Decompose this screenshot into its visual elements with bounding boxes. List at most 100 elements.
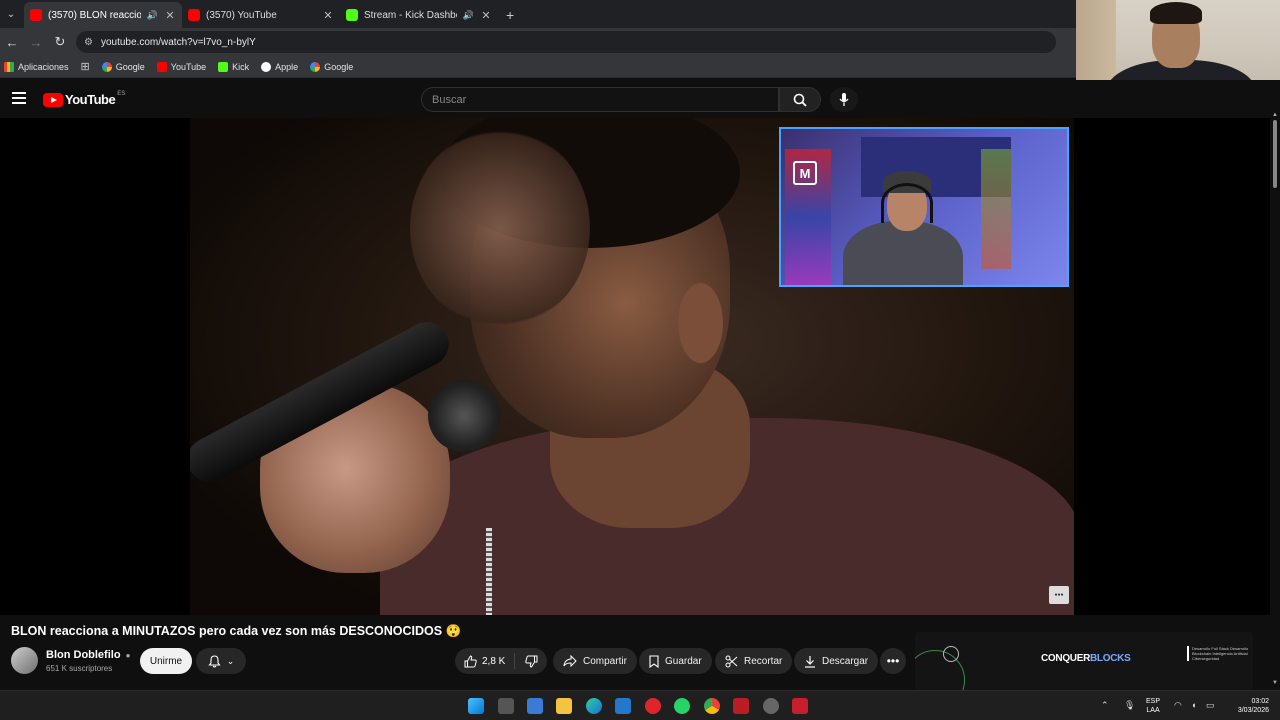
streamer-camera-overlay: M: [779, 127, 1069, 287]
task-view-icon[interactable]: [498, 698, 514, 714]
google-icon: [101, 61, 112, 72]
tab-kick-dashboard[interactable]: Stream - Kick Dashboard 🔊 ✕: [340, 2, 498, 28]
more-actions-icon[interactable]: •••: [880, 648, 906, 674]
chrome-icon[interactable]: [704, 698, 720, 714]
channel-name[interactable]: Blon Doblefilo ●: [46, 649, 130, 661]
volume-icon[interactable]: ◖: [1191, 700, 1196, 710]
site-info-icon[interactable]: ⚙: [84, 37, 93, 48]
youtube-logo[interactable]: YouTube ES: [43, 90, 126, 107]
close-tab-icon[interactable]: ✕: [480, 9, 492, 22]
speaker-icon[interactable]: 🔊: [147, 10, 158, 21]
close-tab-icon[interactable]: ✕: [164, 9, 176, 22]
webcam-person-hair: [1150, 2, 1202, 24]
youtube-favicon-icon: [30, 9, 42, 21]
youtube-play-icon: [43, 92, 63, 107]
back-arrow-icon[interactable]: ←: [0, 35, 24, 50]
app-red-icon[interactable]: [733, 698, 749, 714]
save-button[interactable]: Guardar: [639, 648, 712, 674]
edge-icon[interactable]: [586, 698, 602, 714]
start-windows-icon[interactable]: [468, 698, 484, 714]
system-clock[interactable]: 03:02 3/03/2026: [1229, 697, 1269, 715]
forward-arrow-icon[interactable]: →: [24, 35, 48, 50]
video-raised-hand: [410, 128, 590, 328]
language-indicator[interactable]: ESP LAA: [1146, 697, 1160, 715]
join-button[interactable]: Unirme: [140, 648, 192, 674]
bookmark-icon: [649, 654, 659, 668]
scissors-icon: [725, 655, 738, 667]
app-red-2-icon[interactable]: [792, 698, 808, 714]
url-field[interactable]: ⚙ youtube.com/watch?v=l7vo_n-bylY: [76, 31, 1056, 53]
like-dislike-group: 2,8 K: [455, 648, 547, 674]
bookmark-grid[interactable]: ⊞: [81, 60, 90, 73]
video-microphone-grille: [428, 380, 500, 452]
dislike-button[interactable]: [515, 655, 547, 668]
address-bar-row: ← → ↻ ⚙ youtube.com/watch?v=l7vo_n-bylY: [0, 28, 1076, 56]
download-icon: [805, 655, 815, 668]
search-input[interactable]: Buscar: [421, 87, 779, 112]
browser-tab-strip: ⌄ (3570) BLON reacciona a MINUTAZOS pero…: [0, 0, 1076, 28]
file-explorer-icon[interactable]: [556, 698, 572, 714]
video-player[interactable]: [0, 118, 1270, 615]
verified-icon: ●: [125, 651, 131, 660]
page-scrollbar[interactable]: ▲ ▼: [1270, 112, 1280, 690]
menu-icon[interactable]: [12, 92, 26, 104]
vscode-icon[interactable]: [615, 698, 631, 714]
tray-chevron-up-icon[interactable]: ⌃: [1101, 700, 1109, 711]
opera-icon[interactable]: [645, 698, 661, 714]
store-icon[interactable]: [527, 698, 543, 714]
ad-decorative-ring: [943, 646, 959, 662]
apple-icon: [261, 61, 272, 72]
ad-brand: CONQUERBLOCKS: [1041, 653, 1131, 664]
whatsapp-icon[interactable]: [674, 698, 690, 714]
scrollbar-thumb[interactable]: [1273, 120, 1277, 188]
windows-taskbar: ⌃ 🎙 ◠ ◖ ▭: [0, 690, 1280, 720]
scroll-up-icon[interactable]: ▲: [1272, 112, 1278, 118]
apps-grid-icon: [4, 61, 14, 72]
battery-icon[interactable]: ▭: [1206, 700, 1215, 711]
bookmark-kick[interactable]: Kick: [218, 61, 249, 72]
search-button[interactable]: [779, 87, 821, 112]
wifi-icon[interactable]: ◠: [1174, 700, 1182, 711]
settings-gear-icon[interactable]: [763, 698, 779, 714]
ad-banner[interactable]: CONQUERBLOCKS Desarrollo Full Stack Desa…: [915, 632, 1253, 690]
channel-avatar[interactable]: [11, 647, 38, 674]
notifications-button[interactable]: ⌄: [196, 648, 246, 674]
video-chain: [486, 528, 492, 615]
voice-search-button[interactable]: [830, 87, 858, 112]
chevron-down-icon: ⌄: [226, 655, 235, 666]
bookmark-youtube[interactable]: YouTube: [156, 61, 206, 72]
bookmark-apps[interactable]: Aplicaciones: [4, 61, 69, 72]
download-button-wrap: Descargar: [794, 648, 879, 674]
tab-title: Stream - Kick Dashboard: [364, 9, 457, 21]
reload-icon[interactable]: ↻: [48, 34, 72, 50]
tab-blon-video[interactable]: (3570) BLON reacciona a MINUTAZOS pero c…: [24, 2, 182, 28]
microphone-icon: [839, 92, 849, 106]
search-icon: [793, 93, 807, 107]
url-text: youtube.com/watch?v=l7vo_n-bylY: [100, 36, 256, 48]
grid-icon: ⊞: [80, 61, 90, 73]
share-icon: [563, 655, 577, 667]
clip-button[interactable]: Recortar: [715, 648, 793, 674]
pip-m-logo: M: [793, 161, 817, 185]
thumbs-down-icon: [524, 655, 537, 668]
like-button[interactable]: 2,8 K: [455, 653, 515, 669]
bookmark-apple[interactable]: Apple: [261, 61, 298, 72]
bell-icon: [208, 654, 221, 667]
scroll-down-icon[interactable]: ▼: [1272, 680, 1278, 686]
download-button[interactable]: Descargar: [794, 648, 879, 674]
tray-mic-icon[interactable]: 🎙: [1124, 700, 1135, 711]
pip-headphones: [881, 183, 933, 223]
tab-title: (3570) YouTube: [206, 9, 277, 21]
kick-icon: [218, 61, 229, 72]
new-tab-icon[interactable]: +: [506, 7, 514, 23]
country-code: ES: [117, 90, 126, 97]
bookmark-google[interactable]: Google: [101, 61, 145, 72]
close-tab-icon[interactable]: ✕: [322, 9, 334, 22]
tab-youtube[interactable]: (3570) YouTube ✕: [182, 2, 340, 28]
share-button[interactable]: Compartir: [553, 648, 637, 674]
speaker-icon[interactable]: 🔊: [463, 10, 474, 21]
clip-button-wrap: Recortar: [715, 648, 793, 674]
bookmark-google-2[interactable]: Google: [310, 61, 353, 72]
youtube-favicon-icon: [188, 9, 200, 21]
tab-search-chevron-icon[interactable]: ⌄: [2, 3, 20, 25]
